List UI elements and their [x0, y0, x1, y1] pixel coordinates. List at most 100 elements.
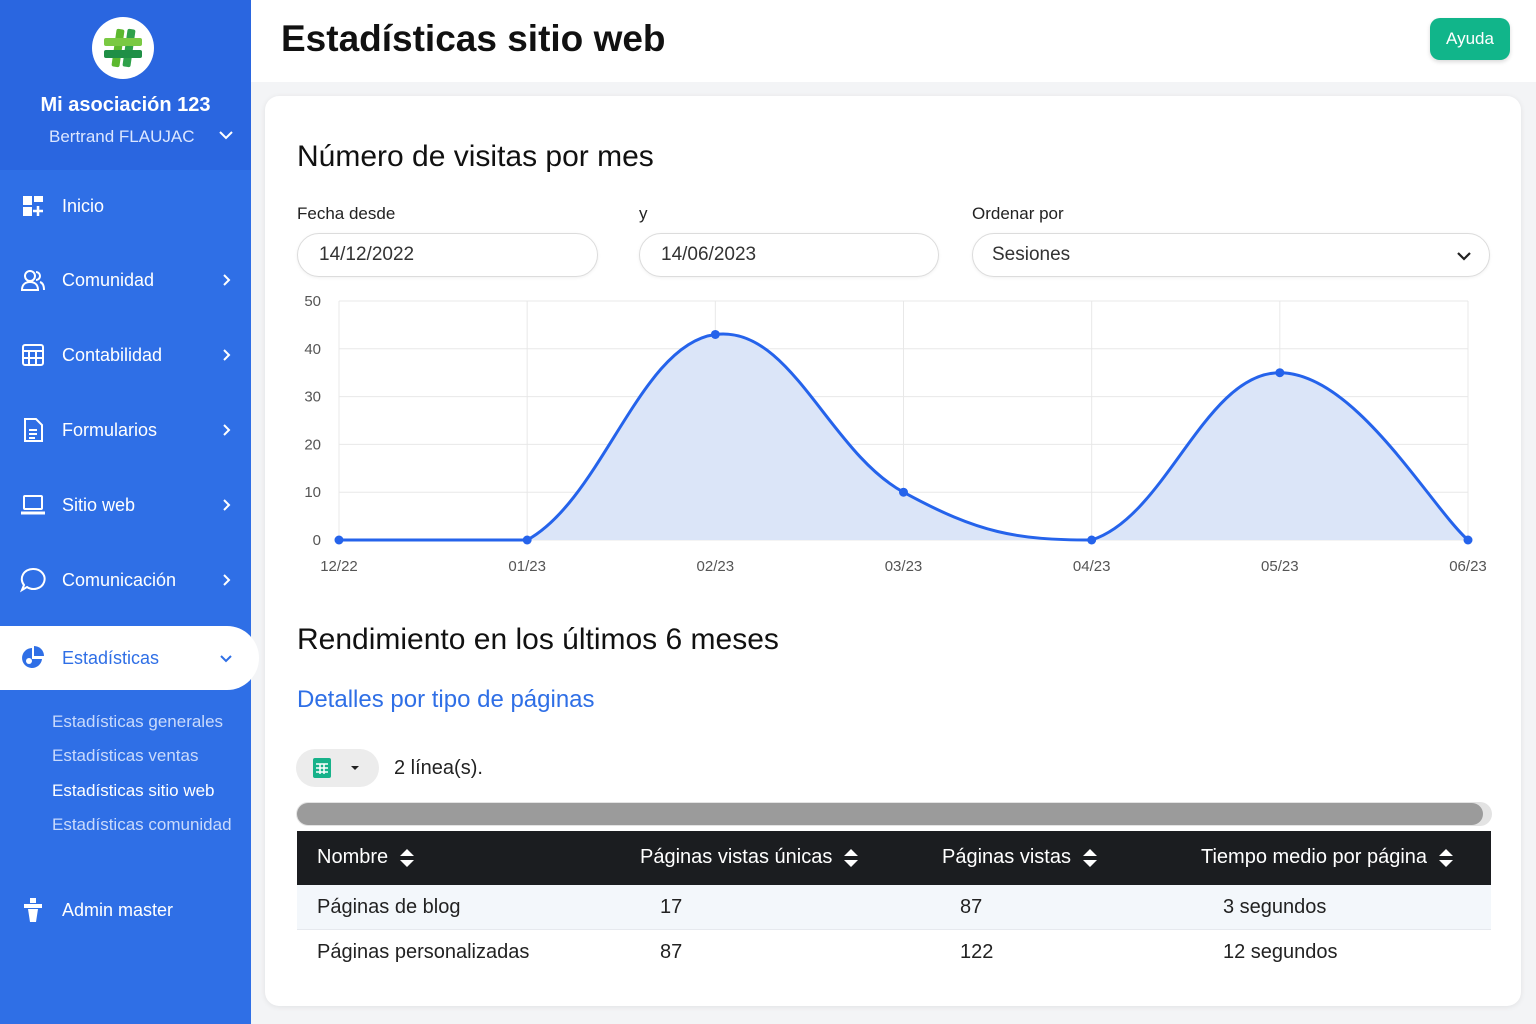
sidebar: Mi asociación 123 Bertrand FLAUJAC Inici…: [0, 0, 259, 1024]
performance-section-title: Rendimiento en los últimos 6 meses: [297, 623, 779, 656]
y-tick-label: 30: [304, 389, 321, 406]
sort-by-value: Sesiones: [992, 244, 1071, 265]
column-header-label: Páginas vistas únicas: [640, 846, 833, 868]
performance-table: Nombre Páginas vistas únicas Páginas vis…: [297, 831, 1491, 975]
x-tick-label: 03/23: [885, 558, 923, 575]
y-tick-label: 20: [304, 436, 321, 453]
sidebar-item-estadisticas[interactable]: Estadísticas: [0, 626, 259, 690]
users-icon: [20, 267, 46, 293]
chat-icon: [20, 567, 46, 593]
laptop-icon: [20, 492, 46, 518]
x-tick-label: 01/23: [508, 558, 546, 575]
sidebar-item-label: Sitio web: [62, 494, 136, 515]
y-tick-label: 40: [304, 341, 321, 358]
sort-icon: [1439, 848, 1454, 867]
y-tick-label: 0: [313, 532, 321, 549]
sub-item-estadisticas-sitio-web[interactable]: Estadísticas sitio web: [52, 781, 215, 801]
sub-item-estadisticas-comunidad[interactable]: Estadísticas comunidad: [52, 815, 232, 835]
page-type-details-link[interactable]: Detalles por tipo de páginas: [297, 686, 595, 714]
cell-nombre: Páginas de blog: [317, 896, 461, 918]
sidebar-item-inicio[interactable]: Inicio: [0, 182, 251, 230]
sidebar-item-label: Comunicación: [62, 569, 177, 590]
table-header: Nombre Páginas vistas únicas Páginas vis…: [297, 831, 1491, 885]
data-point: [334, 535, 344, 545]
sort-by-label: Ordenar por: [972, 204, 1064, 223]
cell-page-views: 122: [960, 941, 994, 963]
data-point: [899, 487, 908, 497]
column-header-label: Nombre: [317, 846, 389, 868]
sub-item-estadisticas-generales[interactable]: Estadísticas generales: [52, 712, 223, 732]
date-from-label: Fecha desde: [297, 204, 396, 223]
sub-item-estadisticas-ventas[interactable]: Estadísticas ventas: [52, 746, 198, 766]
visits-section-title: Número de visitas por mes: [297, 140, 654, 173]
sort-icon: [844, 848, 859, 867]
column-header-page-views[interactable]: Páginas vistas: [942, 846, 1099, 869]
document-icon: [20, 417, 46, 443]
cell-unique-views: 17: [660, 896, 683, 918]
chevron-down-icon[interactable]: [217, 126, 235, 144]
sort-icon: [400, 848, 415, 867]
sidebar-item-label: Admin master: [62, 899, 174, 920]
chevron-down-icon: [1457, 252, 1471, 261]
x-tick-label: 06/23: [1449, 558, 1487, 575]
x-tick-label: 05/23: [1261, 558, 1299, 575]
x-tick-label: 12/22: [320, 558, 358, 575]
cell-page-views: 87: [960, 896, 983, 918]
data-point: [1275, 368, 1285, 378]
date-to-label: y: [639, 204, 648, 223]
scrollbar-thumb[interactable]: [297, 803, 1483, 825]
sidebar-item-comunidad[interactable]: Comunidad: [0, 256, 251, 304]
dashboard-icon: [20, 193, 46, 219]
caret-down-icon: [351, 766, 359, 770]
organization-name: Mi asociación 123: [40, 94, 211, 116]
x-tick-label: 02/23: [697, 558, 735, 575]
user-name[interactable]: Bertrand FLAUJAC: [49, 127, 195, 147]
calculator-icon: [20, 342, 46, 368]
help-button[interactable]: Ayuda: [1430, 18, 1510, 60]
data-point: [522, 535, 532, 545]
chevron-right-icon: [223, 349, 231, 361]
sort-by-select[interactable]: Sesiones: [972, 233, 1490, 277]
column-header-nombre[interactable]: Nombre: [317, 846, 416, 869]
table-row: Páginas de blog 17 87 3 segundos: [297, 885, 1491, 930]
cell-avg-time: 3 segundos: [1223, 896, 1327, 918]
chevron-down-icon: [220, 655, 232, 663]
chevron-right-icon: [223, 274, 231, 286]
sidebar-header: Mi asociación 123 Bertrand FLAUJAC: [0, 0, 251, 170]
date-from-input[interactable]: 14/12/2022: [297, 233, 598, 277]
page-header: Estadísticas sitio web Ayuda: [251, 0, 1536, 82]
chevron-right-icon: [223, 424, 231, 436]
spreadsheet-export-icon: [313, 758, 331, 778]
column-header-avg-time[interactable]: Tiempo medio por página: [1201, 846, 1455, 869]
sidebar-item-label: Estadísticas: [62, 647, 160, 668]
sidebar-item-label: Comunidad: [62, 269, 155, 290]
sidebar-item-label: Contabilidad: [62, 344, 163, 365]
data-point: [1087, 535, 1097, 545]
sidebar-item-admin-master[interactable]: Admin master: [0, 886, 251, 934]
data-point: [1463, 535, 1473, 545]
chevron-right-icon: [223, 574, 231, 586]
column-header-label: Tiempo medio por página: [1201, 846, 1428, 868]
cell-unique-views: 87: [660, 941, 683, 963]
cell-avg-time: 12 segundos: [1223, 941, 1338, 963]
sidebar-item-label: Inicio: [62, 195, 105, 216]
x-tick-label: 04/23: [1073, 558, 1111, 575]
visits-area-chart: 0 10 20 30 40 50 12/22 01/23 02/23 03/23 04/23 05/2…: [304, 293, 1487, 575]
association-logo[interactable]: [92, 17, 154, 79]
y-tick-label: 10: [304, 484, 321, 501]
sidebar-item-contabilidad[interactable]: Contabilidad: [0, 331, 251, 379]
hashtag-logo-icon: [104, 28, 142, 68]
sidebar-item-formularios[interactable]: Formularios: [0, 406, 251, 454]
cell-nombre: Páginas personalizadas: [317, 941, 530, 963]
sidebar-item-label: Formularios: [62, 419, 158, 440]
y-tick-label: 50: [304, 293, 321, 310]
column-header-unique-views[interactable]: Páginas vistas únicas: [640, 846, 860, 869]
sidebar-item-comunicacion[interactable]: Comunicación: [0, 556, 251, 604]
export-button[interactable]: [296, 749, 379, 787]
date-to-input[interactable]: 14/06/2023: [639, 233, 939, 277]
sort-icon: [1082, 848, 1097, 867]
chevron-right-icon: [223, 499, 231, 511]
sidebar-item-sitio-web[interactable]: Sitio web: [0, 481, 251, 529]
horizontal-scrollbar[interactable]: [296, 802, 1492, 826]
page-title: Estadísticas sitio web: [281, 18, 666, 59]
